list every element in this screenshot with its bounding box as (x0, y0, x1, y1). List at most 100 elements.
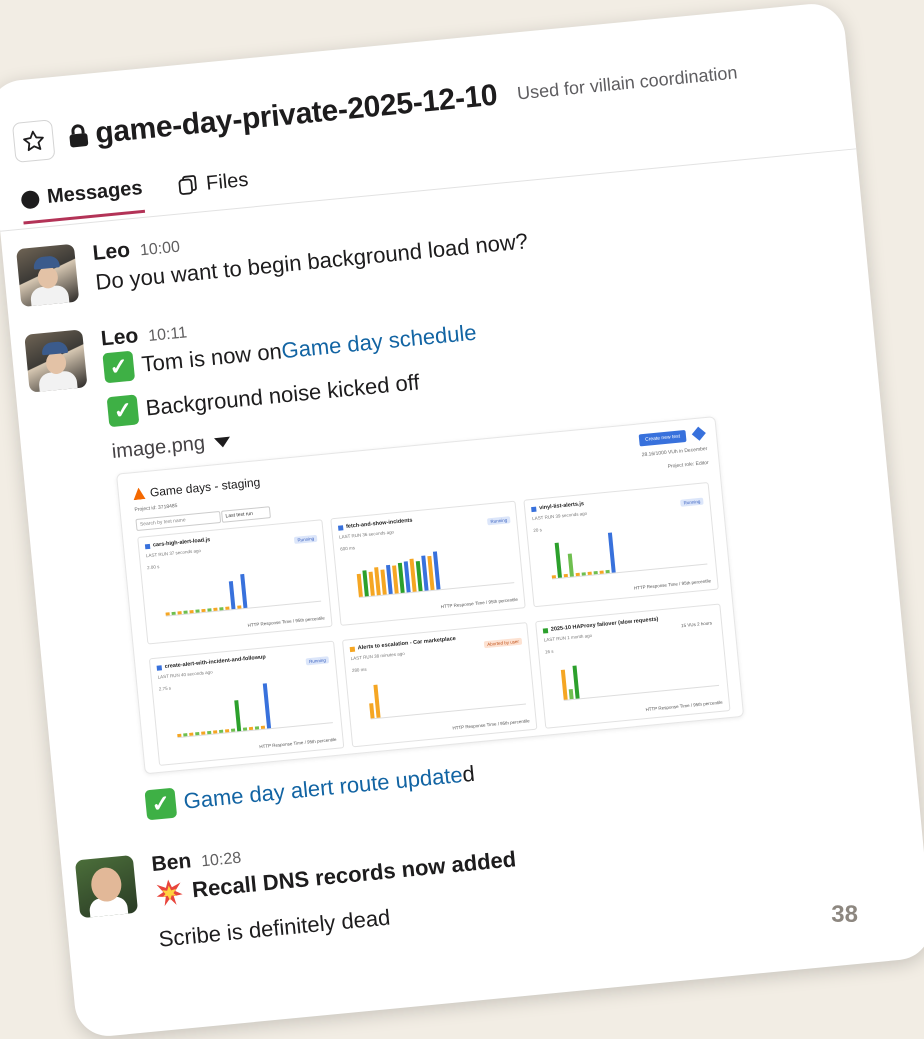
file-name: image.png (110, 432, 206, 464)
test-panel-status-badge: Running (294, 534, 318, 544)
status-square-icon (349, 646, 356, 652)
test-panel-title: create-alert-with-incident-and-followup (156, 654, 266, 671)
tab-messages[interactable]: Messages (20, 176, 145, 225)
tab-files[interactable]: Files (175, 167, 250, 210)
status-square-icon (156, 664, 162, 671)
screenshot-title: Game days - staging (132, 475, 261, 501)
chart-bar (201, 731, 206, 735)
test-panel: fetch-and-show-incidents LAST RUN 36 seco… (330, 500, 526, 626)
project-role: Project role: Editor (667, 459, 709, 470)
chart-bar (262, 683, 272, 729)
channel-tabs: Messages Files (20, 167, 250, 225)
test-panel-title: Alerts to escalation - Car marketplace (349, 636, 456, 652)
lock-icon (69, 124, 89, 148)
chart-bar (189, 732, 194, 736)
test-panel: Alerts to escalation - Car marketplace LA… (341, 622, 538, 748)
chart-bar (607, 532, 616, 573)
chart-bar (171, 611, 176, 616)
chart-bar (228, 581, 236, 610)
test-panel-last-run: LAST RUN 39 seconds ago (531, 510, 588, 522)
chart-bar (373, 684, 381, 718)
test-panel-title: 2025-10 HAProxy failover (slow requests) (542, 616, 659, 634)
message-time[interactable]: 10:11 (148, 324, 188, 346)
message-time[interactable]: 10:28 (200, 850, 242, 872)
caret-down-icon[interactable] (214, 436, 232, 448)
test-panel: cars-high-alert-load.js LAST RUN 37 secon… (137, 519, 333, 645)
chart-bar (587, 571, 592, 575)
chart-bar (567, 553, 574, 577)
test-panel-footer: HTTP Response Time / 95th percentile (247, 615, 326, 628)
test-panel-status-badge: Running (305, 656, 330, 666)
test-panel-footer: HTTP Response Time / 95th percentile (645, 699, 723, 713)
test-panel-footer: HTTP Response Time / 95th percentile (452, 718, 530, 731)
check-mark-icon: ✓ (106, 394, 140, 428)
vuh-usage: 28.16/1000 VUh in December (641, 445, 708, 459)
status-square-icon (542, 627, 549, 634)
chart-bar (195, 731, 200, 736)
page-number: 38 (831, 901, 858, 928)
chart-bar (240, 573, 248, 609)
test-panel-footer: HTTP Response Time / 95th percentile (440, 596, 519, 610)
chart-bar (248, 726, 254, 731)
test-panel-footer: HTTP Response Time / 95th percentile (259, 736, 337, 750)
chart-bar (195, 609, 200, 613)
test-panel-chart (558, 633, 720, 701)
chart-bar (560, 669, 568, 700)
chart-bar (189, 609, 194, 614)
test-panel-status-badge: Aborted by user (483, 637, 523, 649)
chart-bar (575, 572, 580, 577)
avatar[interactable] (74, 854, 139, 919)
test-panel-status-badge: Running (680, 497, 704, 507)
screenshot-title-text: Game days - staging (149, 475, 261, 500)
image-attachment[interactable]: Game days - staging Project id: 3718485 … (115, 416, 745, 775)
chart-bar (207, 608, 212, 612)
slack-channel-card: game-day-private-2025-12-10 Used for vil… (0, 0, 924, 1039)
status-square-icon (144, 543, 151, 549)
test-panel-y-max: 2.75 s (158, 685, 172, 692)
screenshot-search: Search by test name (135, 510, 222, 532)
test-panel-y-max: 16 s (544, 648, 554, 655)
chart-bar (242, 727, 248, 731)
test-panel-title: vinyl-list-alerts.js (531, 501, 584, 512)
chart-bar (165, 612, 170, 616)
test-panel-last-run: LAST RUN 37 seconds ago (145, 547, 202, 559)
chart-bar (572, 665, 580, 699)
chart-bar (177, 733, 182, 738)
chart-bar (237, 605, 242, 609)
tab-files-label: Files (205, 168, 250, 195)
alert-route-link[interactable]: Game day alert route update (182, 762, 463, 815)
status-square-icon (531, 506, 537, 512)
status-square-icon (337, 524, 344, 531)
test-panel-status-badge: Running (487, 516, 511, 526)
channel-header[interactable]: game-day-private-2025-12-10 Used for vil… (66, 55, 739, 153)
message-author[interactable]: Leo (92, 238, 131, 265)
screenshot-sort: Last test run (221, 506, 271, 523)
diamond-icon (691, 426, 706, 441)
chart-bar (219, 607, 224, 611)
avatar[interactable] (16, 243, 80, 308)
channel-name: game-day-private-2025-12-10 (93, 78, 499, 151)
message-line-suffix: d (461, 760, 476, 787)
chart-bar (554, 542, 562, 578)
avatar[interactable] (24, 329, 88, 393)
chart-bar (605, 569, 610, 574)
chart-bar (260, 725, 266, 730)
project-id: Project id: 3718485 (134, 503, 178, 514)
test-panel-y-max: 2.00 s (146, 564, 160, 571)
chart-bar (219, 729, 224, 734)
chart-bar (183, 733, 188, 737)
test-panel-status-badge: 15 VUs 2 hours (680, 620, 713, 629)
test-panel-chart (353, 530, 515, 599)
grafana-logo-icon (132, 487, 145, 500)
message-time[interactable]: 10:00 (139, 239, 181, 261)
test-panel-last-run: LAST RUN 36 seconds ago (338, 529, 395, 540)
files-icon (178, 175, 197, 195)
check-mark-icon: ✓ (144, 787, 178, 821)
chart-bar (213, 730, 218, 734)
message-author[interactable]: Leo (100, 324, 139, 351)
chart-bar (356, 573, 363, 598)
messages-icon (20, 189, 41, 210)
message-author[interactable]: Ben (151, 849, 193, 877)
star-button[interactable] (11, 119, 56, 163)
star-icon (23, 130, 44, 152)
